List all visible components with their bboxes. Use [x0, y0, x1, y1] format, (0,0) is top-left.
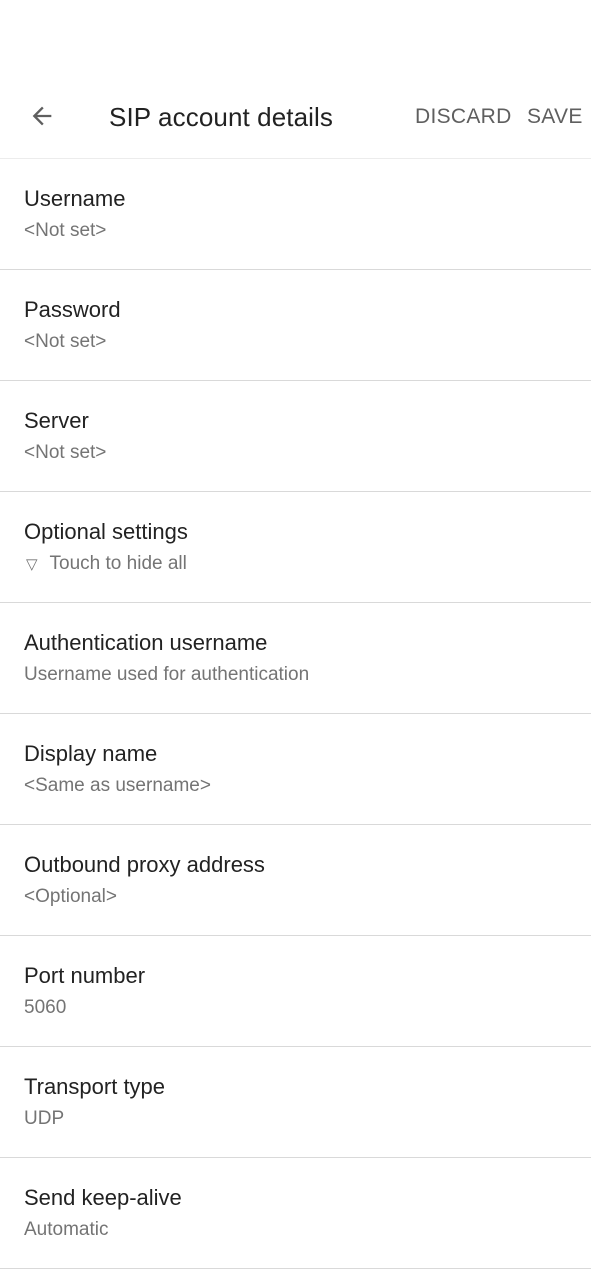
setting-transport-type[interactable]: Transport type UDP	[0, 1047, 591, 1158]
triangle-down-outline-icon: ▽	[26, 556, 38, 573]
setting-value: ▽ Touch to hide all	[24, 553, 187, 575]
setting-value: <Not set>	[24, 331, 107, 352]
setting-title: Authentication username	[24, 630, 268, 655]
setting-value: <Same as username>	[24, 775, 211, 796]
settings-list: Username <Not set> Password <Not set> Se…	[0, 159, 591, 1269]
setting-value: Automatic	[24, 1219, 109, 1240]
setting-title: Optional settings	[24, 519, 188, 544]
page-title: SIP account details	[109, 102, 334, 132]
setting-title: Display name	[24, 741, 158, 766]
setting-title: Port number	[24, 963, 146, 988]
setting-server[interactable]: Server <Not set>	[0, 381, 591, 492]
setting-port-number[interactable]: Port number 5060	[0, 936, 591, 1047]
setting-hint: Touch to hide all	[49, 553, 187, 574]
setting-title: Username	[24, 186, 126, 211]
setting-value: <Optional>	[24, 886, 117, 907]
save-button[interactable]: SAVE	[527, 105, 583, 129]
discard-button[interactable]: DISCARD	[415, 105, 512, 129]
setting-username[interactable]: Username <Not set>	[0, 159, 591, 270]
setting-send-keep-alive[interactable]: Send keep-alive Automatic	[0, 1158, 591, 1269]
setting-authentication-username[interactable]: Authentication username Username used fo…	[0, 603, 591, 714]
setting-title: Transport type	[24, 1074, 166, 1099]
app-bar: SIP account details DISCARD SAVE	[0, 76, 591, 159]
setting-value: <Not set>	[24, 442, 107, 463]
setting-value: UDP	[24, 1108, 65, 1129]
setting-outbound-proxy[interactable]: Outbound proxy address <Optional>	[0, 825, 591, 936]
setting-title: Server	[24, 408, 89, 433]
setting-title: Outbound proxy address	[24, 852, 265, 877]
setting-optional-settings[interactable]: Optional settings ▽ Touch to hide all	[0, 492, 591, 603]
setting-display-name[interactable]: Display name <Same as username>	[0, 714, 591, 825]
setting-value: <Not set>	[24, 220, 107, 241]
setting-title: Send keep-alive	[24, 1185, 182, 1210]
setting-password[interactable]: Password <Not set>	[0, 270, 591, 381]
back-button[interactable]	[22, 98, 62, 138]
setting-value: Username used for authentication	[24, 664, 310, 685]
setting-title: Password	[24, 297, 121, 322]
status-bar-area	[0, 0, 591, 76]
arrow-left-icon	[28, 102, 56, 135]
setting-value: 5060	[24, 997, 67, 1018]
